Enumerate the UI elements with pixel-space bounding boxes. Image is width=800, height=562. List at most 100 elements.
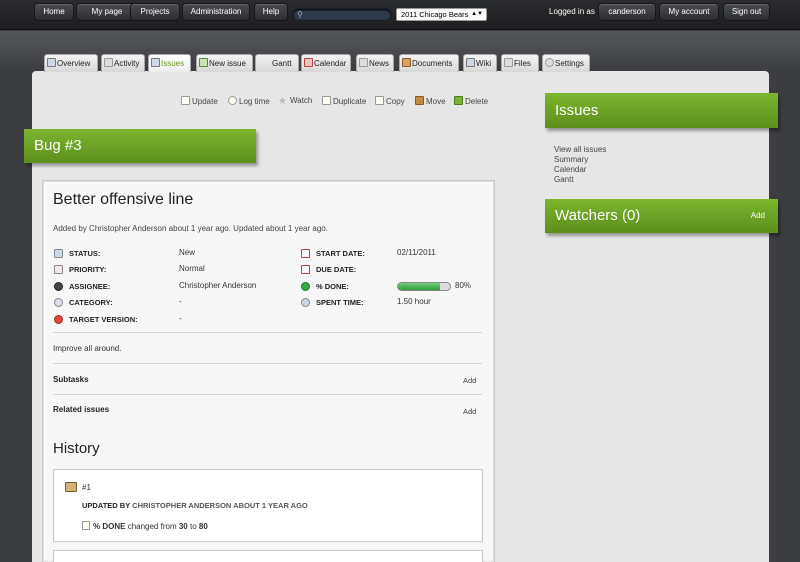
added-by-prefix: Added by [53, 224, 87, 233]
help-button[interactable]: Help [254, 3, 288, 21]
spent-time-value: 1.50 hour [397, 297, 431, 306]
add-related-issue-link[interactable]: Add [463, 407, 476, 416]
journal-icon [65, 482, 77, 492]
issue-heading: Bug #3 [24, 129, 256, 163]
done-progress-bar [397, 282, 451, 291]
subtasks-heading: Subtasks [53, 375, 89, 384]
tab-news[interactable]: News [356, 54, 394, 72]
tab-wiki[interactable]: Wiki [463, 54, 497, 72]
copy-icon [375, 96, 384, 105]
copy-label: Copy [386, 97, 405, 106]
category-label: CATEGORY: [69, 298, 113, 307]
move-icon [415, 96, 424, 105]
journal-entry [53, 550, 483, 562]
journal-author-link[interactable]: CHRISTOPHER ANDERSON [132, 501, 231, 510]
journal-time-link[interactable]: ABOUT 1 YEAR AGO [233, 501, 308, 510]
tab-issues[interactable]: Issues [148, 54, 191, 72]
delete-link[interactable]: Delete [454, 96, 488, 106]
sidebar-gantt[interactable]: Gantt [554, 175, 574, 184]
sidebar-view-all-issues[interactable]: View all issues [554, 145, 606, 154]
duplicate-label: Duplicate [333, 97, 367, 106]
due-date-label: DUE DATE: [316, 265, 357, 274]
duplicate-link[interactable]: Duplicate [322, 96, 366, 106]
move-link[interactable]: Move [415, 96, 446, 106]
sidebar-summary[interactable]: Summary [554, 155, 588, 164]
category-icon [54, 298, 63, 307]
copy-link[interactable]: Copy [375, 96, 405, 106]
add-watcher-link[interactable]: Add [751, 199, 765, 233]
calendar-icon [304, 58, 313, 67]
assignee-value: Christopher Anderson [179, 281, 257, 290]
delete-icon [454, 96, 463, 105]
user-icon [54, 282, 63, 291]
wiki-icon [466, 58, 475, 67]
tab-overview[interactable]: Overview [44, 54, 98, 72]
edit-icon [82, 521, 90, 530]
search-input[interactable]: ⚲ [292, 8, 392, 21]
added-time-link[interactable]: about 1 year [169, 224, 213, 233]
move-label: Move [426, 97, 446, 106]
changed-from-text: changed from [127, 522, 177, 531]
watch-label: Watch [290, 96, 313, 105]
sidebar-calendar[interactable]: Calendar [554, 165, 586, 174]
sign-out-button[interactable]: Sign out [723, 3, 770, 21]
status-icon [54, 249, 63, 258]
journal-detail: % DONE changed from 30 to 80 [82, 521, 208, 531]
my-account-button[interactable]: My account [659, 3, 719, 21]
tab-files[interactable]: Files [501, 54, 539, 72]
spent-time-label: SPENT TIME: [316, 298, 364, 307]
tab-activity[interactable]: Activity [101, 54, 145, 72]
my-page-button[interactable]: My page [76, 3, 138, 21]
issue-description: Improve all around. [53, 344, 122, 353]
search-icon: ⚲ [297, 10, 303, 19]
tab-gantt-label: Gantt [272, 59, 292, 68]
project-select-value: 2011 Chicago Bears [401, 10, 469, 19]
sidebar-watchers-heading: Watchers (0) Add [545, 199, 778, 233]
done-value: 80% [455, 281, 472, 290]
done-progress-fill [398, 283, 440, 290]
watchers-title: Watchers (0) [555, 207, 641, 224]
history-heading: History [53, 440, 100, 457]
divider [53, 363, 482, 364]
issue-author-line: Added by Christopher Anderson about 1 ye… [53, 224, 328, 233]
start-date-icon [301, 249, 310, 258]
updated-time-link[interactable]: about 1 year [266, 224, 310, 233]
gear-icon [545, 58, 554, 67]
projects-button[interactable]: Projects [130, 3, 180, 21]
tab-gantt[interactable]: Gantt [255, 54, 299, 72]
logged-in-label: Logged in as [549, 7, 595, 16]
divider [53, 394, 482, 395]
tab-documents[interactable]: Documents [399, 54, 459, 72]
home-button[interactable]: Home [34, 3, 74, 21]
tab-new-issue-label: New issue [209, 59, 246, 68]
journal-author-line: UPDATED BY CHRISTOPHER ANDERSON ABOUT 1 … [82, 501, 308, 510]
journal-from-value: 30 [178, 522, 188, 531]
clock-icon [301, 298, 310, 307]
administration-button[interactable]: Administration [182, 3, 250, 21]
tab-overview-label: Overview [57, 59, 91, 68]
edit-icon [181, 96, 190, 105]
done-label: % DONE: [316, 282, 349, 291]
divider [53, 332, 482, 333]
author-link[interactable]: Christopher Anderson [89, 224, 166, 233]
username-button[interactable]: canderson [598, 3, 656, 21]
due-date-icon [301, 265, 310, 274]
watch-link[interactable]: ★ Watch [278, 96, 313, 107]
update-label: Update [192, 97, 218, 106]
tab-calendar[interactable]: Calendar [301, 54, 351, 72]
add-subtask-link[interactable]: Add [463, 376, 476, 385]
journal-number-link[interactable]: #1 [82, 483, 91, 492]
news-icon [359, 58, 368, 67]
project-select[interactable]: 2011 Chicago Bears ▲▼ [396, 8, 487, 21]
priority-label: PRIORITY: [69, 265, 107, 274]
priority-icon [54, 265, 63, 274]
tab-settings-label: Settings [555, 59, 584, 68]
tab-documents-label: Documents [412, 59, 453, 68]
new-issue-icon [199, 58, 208, 67]
tab-settings[interactable]: Settings [542, 54, 590, 72]
check-icon [301, 282, 310, 291]
tab-new-issue[interactable]: New issue [196, 54, 253, 72]
update-link[interactable]: Update [181, 96, 218, 106]
log-time-link[interactable]: Log time [228, 96, 270, 106]
target-version-value: - [179, 314, 182, 323]
